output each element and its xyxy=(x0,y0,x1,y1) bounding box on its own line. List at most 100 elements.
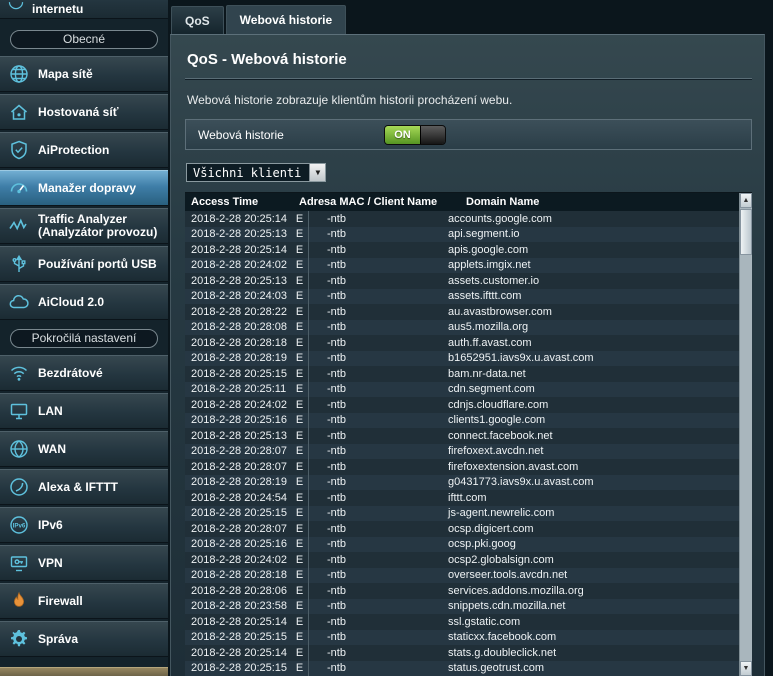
cell-flag: E xyxy=(291,258,308,274)
sidebar-item-quick-internet-setup[interactable]: internetu xyxy=(0,0,168,19)
sidebar-item-bezdratove[interactable]: Bezdrátové xyxy=(0,355,168,391)
cell-client-name: -ntb xyxy=(308,397,448,413)
sidebar-item-ipv6[interactable]: IPv6IPv6 xyxy=(0,507,168,543)
sidebar-item-manazer-dopravy[interactable]: Manažer dopravy xyxy=(0,170,168,206)
sidebar-item-label: Alexa & IFTTT xyxy=(38,481,118,494)
cell-flag: E xyxy=(291,614,308,630)
sidebar-item-vpn[interactable]: VPN xyxy=(0,545,168,581)
cell-client-name: -ntb xyxy=(308,413,448,429)
sidebar-item-alexa-ifttt[interactable]: Alexa & IFTTT xyxy=(0,469,168,505)
cell-domain-name: overseer.tools.avcdn.net xyxy=(448,568,739,584)
cell-flag: E xyxy=(291,273,308,289)
sidebar-item-label: internetu xyxy=(32,3,83,16)
table-row: 2018-2-28 20:28:18E-ntboverseer.tools.av… xyxy=(185,568,739,584)
cell-domain-name: assets.ifttt.com xyxy=(448,289,739,305)
wan-icon xyxy=(7,438,31,460)
cell-flag: E xyxy=(291,599,308,615)
sidebar-item-aiprotection[interactable]: AiProtection xyxy=(0,132,168,168)
scroll-down-icon[interactable]: ▼ xyxy=(740,661,752,676)
column-header-domain: Domain Name xyxy=(466,196,739,208)
cell-access-time: 2018-2-28 20:25:15 xyxy=(185,630,291,646)
sidebar-item-label: Hostovaná síť xyxy=(38,106,118,119)
cell-access-time: 2018-2-28 20:25:14 xyxy=(185,645,291,661)
sidebar-item-partial-bottom[interactable] xyxy=(0,667,168,676)
traffic-analyzer-icon xyxy=(7,215,31,237)
cell-access-time: 2018-2-28 20:25:14 xyxy=(185,614,291,630)
sidebar-item-pouzivani-portu-usb[interactable]: Používání portů USB xyxy=(0,246,168,282)
shield-icon xyxy=(7,139,31,161)
scrollbar-thumb[interactable] xyxy=(740,209,752,255)
sidebar-item-lan[interactable]: LAN xyxy=(0,393,168,429)
svg-text:IPv6: IPv6 xyxy=(13,522,26,529)
cell-access-time: 2018-2-28 20:28:22 xyxy=(185,304,291,320)
cell-access-time: 2018-2-28 20:28:18 xyxy=(185,568,291,584)
table-row: 2018-2-28 20:25:14E-ntbaccounts.google.c… xyxy=(185,211,739,227)
cell-client-name: -ntb xyxy=(308,211,448,227)
table-row: 2018-2-28 20:25:15E-ntbjs-agent.newrelic… xyxy=(185,506,739,522)
sidebar-item-wan[interactable]: WAN xyxy=(0,431,168,467)
cell-domain-name: au.avastbrowser.com xyxy=(448,304,739,320)
dropdown-arrow-icon[interactable]: ▼ xyxy=(309,164,325,181)
cell-client-name: -ntb xyxy=(308,273,448,289)
sidebar-section-header: Pokročilá nastavení xyxy=(10,329,158,348)
table-row: 2018-2-28 20:25:15E-ntbstaticxx.facebook… xyxy=(185,630,739,646)
sidebar-item-aicloud-2-0[interactable]: AiCloud 2.0 xyxy=(0,284,168,320)
sidebar-item-mapa-site[interactable]: Mapa sítě xyxy=(0,56,168,92)
cell-domain-name: apis.google.com xyxy=(448,242,739,258)
sidebar-item-label: Správa xyxy=(38,633,78,646)
cloud-icon xyxy=(7,291,31,313)
table-row: 2018-2-28 20:25:13E-ntbassets.customer.i… xyxy=(185,273,739,289)
cell-domain-name: b1652951.iavs9x.u.avast.com xyxy=(448,351,739,367)
table-row: 2018-2-28 20:25:13E-ntbconnect.facebook.… xyxy=(185,428,739,444)
table-row: 2018-2-28 20:25:15E-ntbstatus.geotrust.c… xyxy=(185,661,739,676)
cell-client-name: -ntb xyxy=(308,521,448,537)
cell-client-name: -ntb xyxy=(308,630,448,646)
cell-flag: E xyxy=(291,537,308,553)
cell-client-name: -ntb xyxy=(308,382,448,398)
table-row: 2018-2-28 20:25:16E-ntbclients1.google.c… xyxy=(185,413,739,429)
app: internetu ObecnéMapa sítěHostovaná síťAi… xyxy=(0,0,773,676)
cell-flag: E xyxy=(291,242,308,258)
cell-domain-name: ssl.gstatic.com xyxy=(448,614,739,630)
tab-web-history[interactable]: Webová historie xyxy=(226,5,346,34)
web-history-toggle-row: Webová historie ON xyxy=(185,119,752,150)
cell-access-time: 2018-2-28 20:25:13 xyxy=(185,227,291,243)
lan-icon xyxy=(7,400,31,422)
web-history-toggle[interactable]: ON xyxy=(384,125,446,145)
scroll-up-icon[interactable]: ▲ xyxy=(740,193,752,208)
sidebar-item-label: WAN xyxy=(38,443,66,456)
table-row: 2018-2-28 20:28:08E-ntbaus5.mozilla.org xyxy=(185,320,739,336)
cell-domain-name: cdn.segment.com xyxy=(448,382,739,398)
sidebar-item-hostovana-sit[interactable]: Hostovaná síť xyxy=(0,94,168,130)
cell-access-time: 2018-2-28 20:24:03 xyxy=(185,289,291,305)
cell-access-time: 2018-2-28 20:28:07 xyxy=(185,521,291,537)
cell-access-time: 2018-2-28 20:25:13 xyxy=(185,273,291,289)
cell-client-name: -ntb xyxy=(308,661,448,676)
cell-flag: E xyxy=(291,506,308,522)
client-filter-select[interactable]: Všichni klienti ▼ xyxy=(186,163,326,182)
cell-domain-name: staticxx.facebook.com xyxy=(448,630,739,646)
table-scrollbar[interactable]: ▲ ▼ xyxy=(739,193,752,676)
sidebar-item-sprava[interactable]: Správa xyxy=(0,621,168,657)
table-row: 2018-2-28 20:24:02E-ntbocsp2.globalsign.… xyxy=(185,552,739,568)
cell-domain-name: aus5.mozilla.org xyxy=(448,320,739,336)
table-row: 2018-2-28 20:28:07E-ntbocsp.digicert.com xyxy=(185,521,739,537)
cell-access-time: 2018-2-28 20:28:08 xyxy=(185,320,291,336)
vpn-icon xyxy=(7,552,31,574)
tab-qos[interactable]: QoS xyxy=(171,6,224,34)
cell-flag: E xyxy=(291,211,308,227)
sidebar-item-traffic-analyzer-analyzator-provozu[interactable]: Traffic Analyzer (Analyzátor provozu) xyxy=(0,208,168,244)
table-row: 2018-2-28 20:25:13E-ntbapi.segment.io xyxy=(185,227,739,243)
table-row: 2018-2-28 20:28:22E-ntbau.avastbrowser.c… xyxy=(185,304,739,320)
cell-flag: E xyxy=(291,583,308,599)
cell-access-time: 2018-2-28 20:25:15 xyxy=(185,661,291,676)
cell-flag: E xyxy=(291,304,308,320)
cell-domain-name: ifttt.com xyxy=(448,490,739,506)
content-panel: QoS - Webová historie Webová historie zo… xyxy=(170,34,765,676)
cell-flag: E xyxy=(291,661,308,676)
cell-client-name: -ntb xyxy=(308,258,448,274)
table-row: 2018-2-28 20:23:58E-ntbsnippets.cdn.mozi… xyxy=(185,599,739,615)
cell-access-time: 2018-2-28 20:25:16 xyxy=(185,537,291,553)
sidebar-item-firewall[interactable]: Firewall xyxy=(0,583,168,619)
cell-flag: E xyxy=(291,552,308,568)
